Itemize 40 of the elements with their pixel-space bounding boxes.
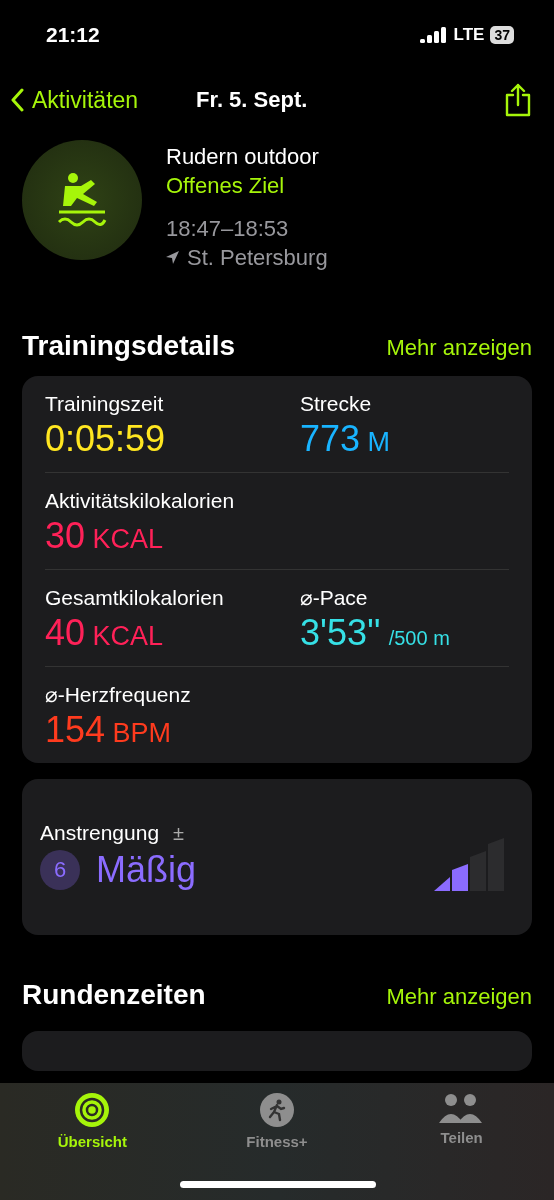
location-label: St. Petersburg: [187, 244, 328, 272]
effort-label: Anstrengung: [40, 821, 160, 845]
battery-indicator: 37: [490, 26, 514, 44]
metric-label: Trainingszeit: [45, 392, 165, 416]
network-label: LTE: [453, 25, 485, 45]
show-more-link[interactable]: Mehr anzeigen: [386, 335, 532, 361]
metric-value: 3'53'' /500 m: [300, 612, 451, 654]
location-icon: [166, 251, 179, 264]
share-icon[interactable]: [504, 83, 532, 117]
workout-goal: Offenes Ziel: [166, 172, 286, 200]
rings-icon: [75, 1093, 110, 1127]
back-button[interactable]: Aktivitäten: [10, 86, 139, 114]
metric-value: 0:05:59: [45, 418, 167, 460]
time-range: 18:47–18:53: [166, 215, 290, 243]
signal-icon: [419, 27, 448, 43]
metric-label: ⌀-Herzfrequenz: [45, 683, 192, 707]
section-title: Rundenzeiten: [22, 979, 206, 1011]
date-title: Fr. 5. Sept.: [196, 87, 309, 113]
rowing-icon: [57, 172, 107, 228]
metric-label: ⌀-Pace: [300, 586, 369, 610]
metric-label: Aktivitätskilokalorien: [45, 489, 236, 513]
chevron-icon: [10, 88, 24, 112]
metric-label: Strecke: [300, 392, 373, 416]
metric-value: 40 KCAL: [45, 612, 165, 654]
metric-value: 30 KCAL: [45, 515, 165, 557]
adjust-button[interactable]: ±: [173, 821, 185, 845]
metric-value: 773 M: [300, 418, 392, 460]
tab-item[interactable]: Teilen: [438, 1093, 485, 1157]
show-more-link[interactable]: Mehr anzeigen: [386, 984, 532, 1010]
metric-label: Gesamtkilokalorien: [45, 586, 225, 610]
section-title: Trainingsdetails: [22, 330, 236, 362]
effort-score: 6: [40, 850, 80, 890]
runner-icon: [260, 1093, 294, 1127]
workout-name: Rudern outdoor: [166, 143, 320, 171]
metric-value: 154 BPM: [45, 709, 173, 751]
status-time: 21:12: [46, 23, 100, 47]
tab-item[interactable]: Fitness+: [246, 1093, 308, 1157]
tab-item[interactable]: Übersicht: [57, 1093, 127, 1157]
people-icon: [438, 1093, 485, 1123]
effort-rating: Mäßig: [96, 849, 197, 891]
